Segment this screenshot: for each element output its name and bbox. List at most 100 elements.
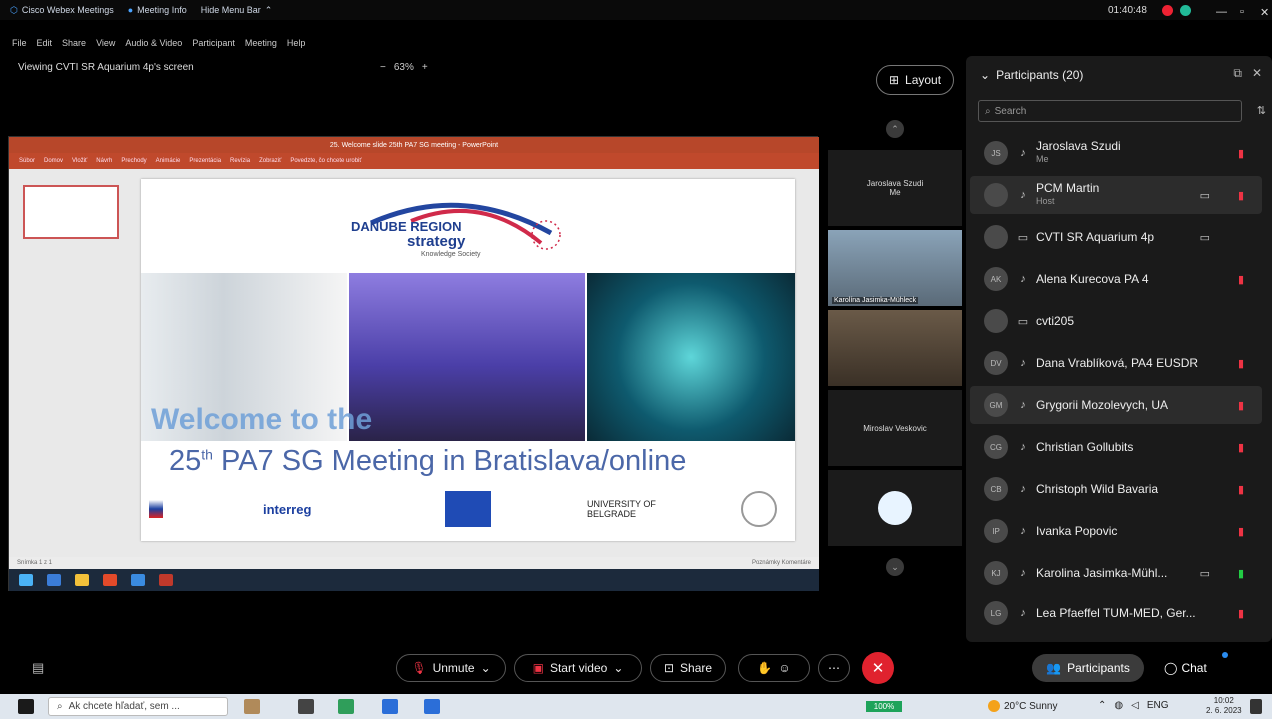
ppt-tab[interactable]: Súbor [19, 158, 35, 164]
start-icon[interactable] [18, 699, 34, 714]
ppt-tab[interactable]: Animácie [156, 158, 181, 164]
chat-button[interactable]: ◯ Chat [1164, 654, 1228, 682]
battery-indicator[interactable]: 100% [866, 701, 902, 712]
audio-status-icon: ♪ [1020, 567, 1026, 579]
participant-row[interactable]: KJ ♪ Karolina Jasimka-Mühl... ▭ ▮ [970, 554, 1262, 592]
zoom-in-button[interactable]: + [422, 62, 428, 73]
menu-edit[interactable]: Edit [37, 38, 53, 52]
participant-row[interactable]: IP ♪ Ivanka Popovic ▮ [970, 512, 1262, 550]
hide-menu-button[interactable]: Hide Menu Bar ⌃ [201, 5, 273, 16]
ppt-tab[interactable]: Návrh [96, 158, 112, 164]
participant-row[interactable]: DV ♪ Dana Vrablíková, PA4 EUSDR ▮ [970, 344, 1262, 382]
participant-row[interactable]: ♪ PCM Martin Host ▭ ▮ [970, 176, 1262, 214]
participant-row[interactable]: CB ♪ Christoph Wild Bavaria ▮ [970, 470, 1262, 508]
video-tile[interactable] [828, 470, 962, 546]
slide-thumbnail[interactable] [23, 185, 119, 239]
video-tile[interactable] [828, 310, 962, 386]
video-on-icon: ▭ [1199, 567, 1210, 580]
menu-meeting[interactable]: Meeting [245, 38, 277, 52]
participant-row[interactable]: JS ♪ Jaroslava Szudi Me ▮ [970, 134, 1262, 172]
weather-widget[interactable]: 20°C Sunny [988, 700, 1057, 712]
share-button[interactable]: ⊡ Share [650, 654, 726, 682]
participant-row[interactable]: ▭ CVTI SR Aquarium 4p ▭ [970, 218, 1262, 256]
ppt-tab[interactable]: Zobraziť [259, 158, 281, 164]
reactions-group[interactable]: ✋ ☺ [738, 654, 810, 682]
network-photo [587, 273, 795, 441]
avatar: AK [984, 267, 1008, 291]
chrome-icon[interactable] [338, 699, 354, 714]
mic-muted-icon[interactable]: ▮ [1238, 399, 1244, 412]
mic-muted-icon[interactable]: ▮ [1238, 607, 1244, 620]
menu-view[interactable]: View [96, 38, 115, 52]
ppt-tell-me[interactable]: Povedzte, čo chcete urobiť [290, 158, 361, 164]
raise-hand-icon[interactable]: ✋ [757, 661, 772, 675]
chat-icon: ◯ [1164, 661, 1178, 675]
mic-muted-icon[interactable]: ▮ [1238, 483, 1244, 496]
menu-audio-video[interactable]: Audio & Video [125, 38, 182, 52]
chevron-up-icon[interactable]: ⌃ [1098, 700, 1106, 711]
participant-row[interactable]: CG ♪ Christian Gollubits ▮ [970, 428, 1262, 466]
menu-share[interactable]: Share [62, 38, 86, 52]
participant-row[interactable]: LG ♪ Lea Pfaeffel TUM-MED, Ger... ▮ [970, 594, 1262, 632]
restore-icon[interactable]: ▫ [1240, 6, 1244, 18]
layout-button[interactable]: ⊞ Layout [876, 65, 954, 95]
chevron-down-icon: ⌄ [980, 68, 991, 82]
mic-muted-icon[interactable]: ▮ [1238, 273, 1244, 286]
participants-button[interactable]: 👥 Participants [1032, 654, 1144, 682]
slide: DANUBE REGION strategy Knowledge Society… [141, 179, 795, 541]
leave-meeting-button[interactable]: ✕ [862, 652, 894, 684]
start-video-label: Start video [549, 661, 608, 675]
menu-participant[interactable]: Participant [192, 38, 235, 52]
participant-row[interactable]: GM ♪ Grygorii Mozolevych, UA ▮ [970, 386, 1262, 424]
close-panel-icon[interactable]: ✕ [1252, 66, 1262, 81]
close-icon[interactable]: ✕ [1260, 6, 1269, 19]
scroll-down-icon[interactable]: ⌄ [886, 558, 904, 576]
emoji-icon[interactable]: ☺ [778, 661, 790, 675]
ppt-tab[interactable]: Prezentácia [189, 158, 221, 164]
mic-muted-icon[interactable]: ▮ [1238, 147, 1244, 160]
start-video-button[interactable]: ▣ Start video ⌄ [514, 654, 642, 682]
ppt-tab[interactable]: Revízia [230, 158, 250, 164]
notifications-icon[interactable] [1250, 699, 1262, 714]
widget-icon[interactable] [244, 699, 260, 714]
minimize-icon[interactable]: — [1216, 6, 1227, 18]
mic-on-icon[interactable]: ▮ [1238, 567, 1244, 580]
ppt-tab[interactable]: Vložiť [72, 158, 87, 164]
windows-search[interactable]: ⌕ Ak chcete hľadať, sem ... [48, 697, 228, 716]
network-icon[interactable]: ◍ [1114, 700, 1123, 711]
meeting-info-button[interactable]: ● Meeting Info [128, 5, 187, 15]
mic-muted-icon[interactable]: ▮ [1238, 525, 1244, 538]
participant-search[interactable]: ⌕ Search [978, 100, 1242, 122]
video-tile[interactable]: Miroslav Veskovic [828, 390, 962, 466]
mic-muted-icon[interactable]: ▮ [1238, 441, 1244, 454]
menu-file[interactable]: File [12, 38, 27, 52]
menu-help[interactable]: Help [287, 38, 306, 52]
taskview-icon[interactable] [298, 699, 314, 714]
language-indicator[interactable]: ENG [1147, 700, 1169, 711]
unmute-button[interactable]: 🎙 Unmute ⌄ [396, 654, 506, 682]
video-tile[interactable]: Karolína Jasimka-Mühleck [828, 230, 962, 306]
sort-icon[interactable]: ⇅ [1257, 104, 1266, 117]
ppt-tab[interactable]: Prechody [121, 158, 146, 164]
participant-name-text: Karolina Jasimka-Mühl... [1036, 565, 1168, 580]
video-tile[interactable]: Jaroslava Szudi Me [828, 150, 962, 226]
app-name: ⬡ Cisco Webex Meetings [10, 5, 114, 16]
popout-icon[interactable]: ⧉ [1233, 66, 1242, 81]
mic-muted-icon[interactable]: ▮ [1238, 357, 1244, 370]
outlook-icon[interactable] [424, 699, 440, 714]
captions-icon[interactable]: ▤ [32, 660, 44, 676]
camera-off-icon: ▣ [532, 661, 544, 675]
scroll-up-icon[interactable]: ⌃ [886, 120, 904, 138]
video-strip: ⌃ Jaroslava Szudi Me Karolína Jasimka-Müh… [828, 100, 962, 600]
mic-muted-icon[interactable]: ▮ [1238, 189, 1244, 202]
panel-header[interactable]: ⌄ Participants (20) [980, 68, 1083, 82]
participant-row[interactable]: ▭ cvti205 [970, 302, 1262, 340]
participant-row[interactable]: AK ♪ Alena Kurecova PA 4 ▮ [970, 260, 1262, 298]
clock[interactable]: 10:02 2. 6. 2023 [1206, 696, 1242, 716]
webex-icon[interactable] [382, 699, 398, 714]
volume-icon[interactable]: ◁ [1131, 700, 1139, 711]
ppt-tab[interactable]: Domov [44, 158, 63, 164]
more-options-button[interactable]: ⋯ [818, 654, 850, 682]
zoom-out-button[interactable]: − [380, 62, 386, 73]
tile-sub: Me [889, 188, 901, 197]
